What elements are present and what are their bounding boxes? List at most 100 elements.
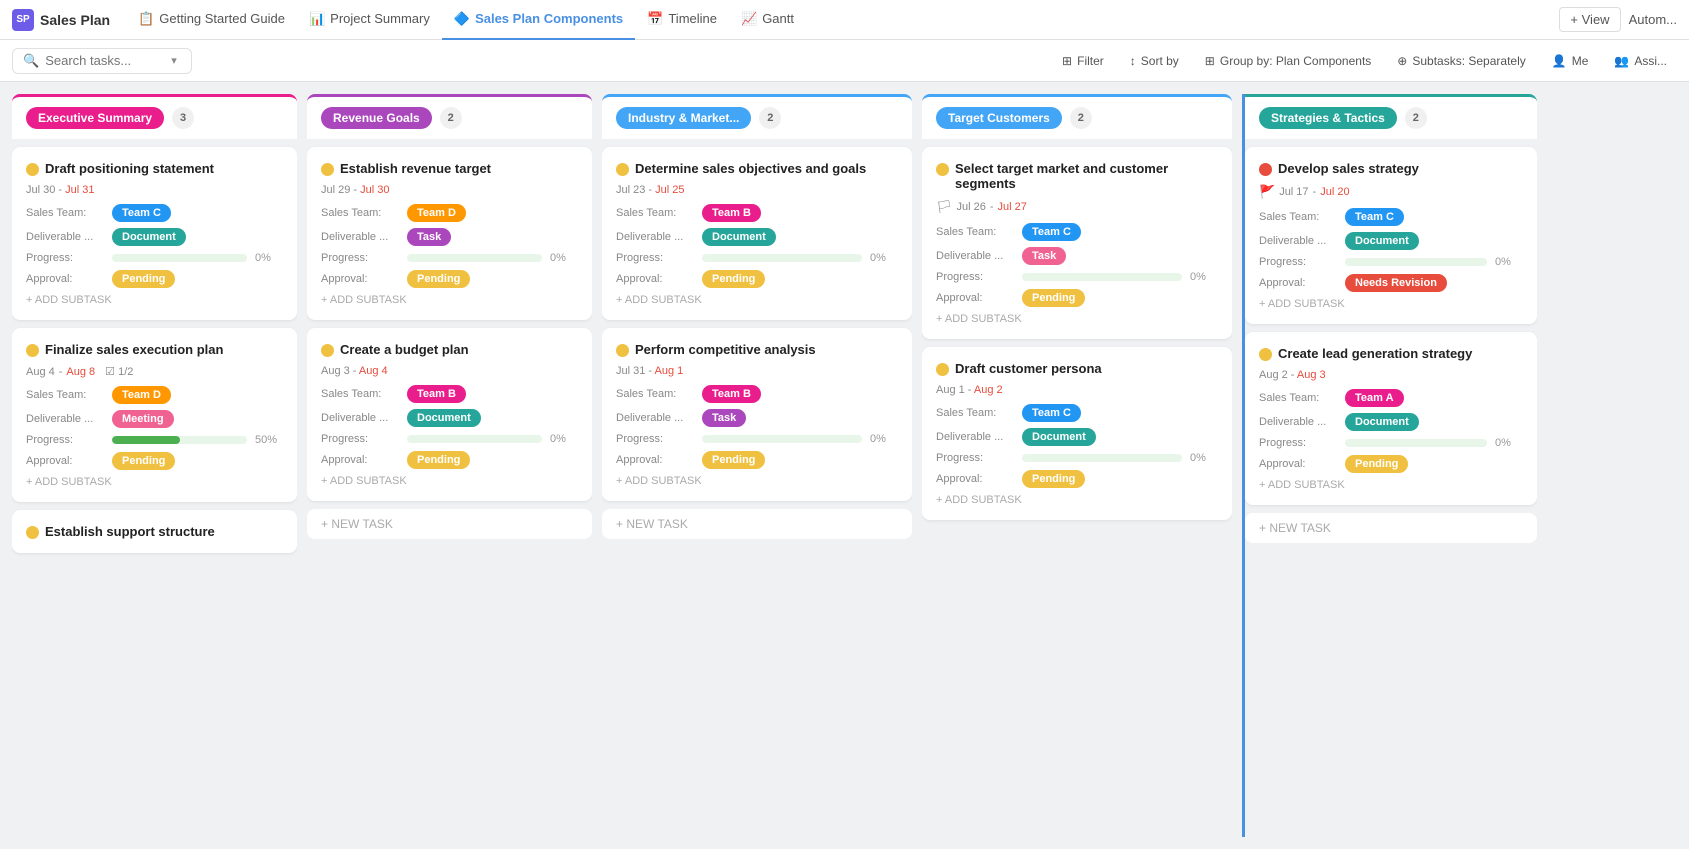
card-develop-strategy: Develop sales strategy 🚩 Jul 17 - Jul 20… bbox=[1245, 147, 1537, 324]
card-title-text[interactable]: Establish support structure bbox=[45, 524, 215, 539]
team-badge[interactable]: Team D bbox=[407, 204, 466, 222]
column-count-executive-summary: 3 bbox=[172, 107, 194, 129]
sort-icon: ↕ bbox=[1130, 54, 1136, 68]
card-establish-support: Establish support structure bbox=[12, 510, 297, 553]
card-title-text[interactable]: Select target market and customer segmen… bbox=[955, 161, 1218, 191]
subtasks-button[interactable]: ⊕ Subtasks: Separately bbox=[1387, 50, 1535, 72]
card-team-row: Sales Team: Team B bbox=[321, 385, 578, 403]
add-subtask-btn[interactable]: + ADD SUBTASK bbox=[616, 475, 898, 487]
new-task-strategies[interactable]: + NEW TASK bbox=[1245, 513, 1537, 543]
card-progress-row: Progress: 0% bbox=[936, 271, 1218, 283]
tab-project-summary[interactable]: 📊 Project Summary bbox=[297, 0, 442, 40]
column-count-target: 2 bbox=[1070, 107, 1092, 129]
search-box[interactable]: 🔍 ▾ bbox=[12, 48, 192, 74]
card-team-row: Sales Team: Team C bbox=[936, 223, 1218, 241]
add-subtask-btn[interactable]: + ADD SUBTASK bbox=[321, 475, 578, 487]
team-badge[interactable]: Team B bbox=[702, 204, 761, 222]
team-badge[interactable]: Team D bbox=[112, 386, 171, 404]
sort-button[interactable]: ↕ Sort by bbox=[1120, 50, 1189, 72]
card-title: Establish support structure bbox=[26, 524, 283, 539]
add-subtask-btn[interactable]: + ADD SUBTASK bbox=[26, 294, 283, 306]
card-dot-icon bbox=[1259, 163, 1272, 176]
tab-timeline-icon: 📅 bbox=[647, 11, 663, 27]
card-title-text[interactable]: Draft positioning statement bbox=[45, 161, 214, 176]
approval-label: Approval: bbox=[26, 455, 104, 467]
progress-pct: 0% bbox=[550, 433, 578, 445]
autom-button[interactable]: Autom... bbox=[1629, 12, 1677, 27]
card-team-row: Sales Team: Team C bbox=[936, 404, 1218, 422]
column-count-revenue-goals: 2 bbox=[440, 107, 462, 129]
column-title-badge-revenue-goals: Revenue Goals bbox=[321, 107, 432, 129]
column-body-strategies: Develop sales strategy 🚩 Jul 17 - Jul 20… bbox=[1245, 141, 1537, 837]
team-badge[interactable]: Team C bbox=[112, 204, 171, 222]
add-subtask-btn[interactable]: + ADD SUBTASK bbox=[936, 313, 1218, 325]
deliverable-label: Deliverable ... bbox=[26, 413, 104, 425]
card-title-text[interactable]: Develop sales strategy bbox=[1278, 161, 1419, 176]
add-subtask-btn[interactable]: + ADD SUBTASK bbox=[26, 476, 283, 488]
card-deliverable-row: Deliverable ... Document bbox=[1259, 232, 1523, 250]
column-header-target-customers: Target Customers 2 bbox=[922, 94, 1232, 139]
deliverable-label: Deliverable ... bbox=[1259, 416, 1337, 428]
card-title-text[interactable]: Finalize sales execution plan bbox=[45, 342, 223, 357]
tab-sales-plan-components[interactable]: 🔷 Sales Plan Components bbox=[442, 0, 635, 40]
assignee-button[interactable]: 👥 Assi... bbox=[1604, 50, 1677, 72]
tab-sales-plan-icon: 🔷 bbox=[454, 11, 470, 27]
team-badge[interactable]: Team B bbox=[407, 385, 466, 403]
tab-getting-started[interactable]: 📋 Getting Started Guide bbox=[126, 0, 297, 40]
column-target-customers: Target Customers 2 Select target market … bbox=[922, 94, 1232, 837]
group-by-button[interactable]: ⊞ Group by: Plan Components bbox=[1195, 50, 1381, 72]
date-end: Jul 31 bbox=[65, 184, 94, 196]
tab-project-summary-icon: 📊 bbox=[309, 11, 325, 27]
add-subtask-btn[interactable]: + ADD SUBTASK bbox=[936, 494, 1218, 506]
add-view-button[interactable]: + View bbox=[1559, 7, 1620, 32]
card-draft-customer-persona: Draft customer persona Aug 1 - Aug 2 Sal… bbox=[922, 347, 1232, 520]
column-header-strategies: Strategies & Tactics 2 bbox=[1245, 94, 1537, 139]
card-progress-row: Progress: 0% bbox=[1259, 256, 1523, 268]
filter-button[interactable]: ⊞ Filter bbox=[1052, 50, 1114, 72]
add-subtask-btn[interactable]: + ADD SUBTASK bbox=[1259, 479, 1523, 491]
team-badge[interactable]: Team A bbox=[1345, 389, 1404, 407]
search-input[interactable] bbox=[45, 53, 165, 68]
subtasks-label: Subtasks: Separately bbox=[1412, 54, 1525, 68]
add-subtask-btn[interactable]: + ADD SUBTASK bbox=[616, 294, 898, 306]
deliverable-label: Deliverable ... bbox=[321, 412, 399, 424]
card-dates: Jul 31 - Aug 1 bbox=[616, 365, 898, 377]
team-label: Sales Team: bbox=[26, 389, 104, 401]
card-title-text[interactable]: Establish revenue target bbox=[340, 161, 491, 176]
team-label: Sales Team: bbox=[321, 207, 399, 219]
date-start: Jul 30 bbox=[26, 184, 55, 196]
add-subtask-btn[interactable]: + ADD SUBTASK bbox=[321, 294, 578, 306]
progress-label: Progress: bbox=[26, 434, 104, 446]
team-badge[interactable]: Team C bbox=[1345, 208, 1404, 226]
card-title-text[interactable]: Create lead generation strategy bbox=[1278, 346, 1472, 361]
me-button[interactable]: 👤 Me bbox=[1542, 50, 1599, 72]
app-logo: SP Sales Plan bbox=[12, 9, 110, 31]
card-progress-row: Progress: 0% bbox=[616, 433, 898, 445]
tab-gantt[interactable]: 📈 Gantt bbox=[729, 0, 806, 40]
card-title-text[interactable]: Create a budget plan bbox=[340, 342, 469, 357]
card-finalize-sales: Finalize sales execution plan Aug 4 - Au… bbox=[12, 328, 297, 502]
add-subtask-btn[interactable]: + ADD SUBTASK bbox=[1259, 298, 1523, 310]
card-title-text[interactable]: Determine sales objectives and goals bbox=[635, 161, 866, 176]
team-badge[interactable]: Team C bbox=[1022, 223, 1081, 241]
new-task-revenue[interactable]: + NEW TASK bbox=[307, 509, 592, 539]
column-title-badge-industry: Industry & Market... bbox=[616, 107, 751, 129]
deliverable-label: Deliverable ... bbox=[321, 231, 399, 243]
new-task-industry[interactable]: + NEW TASK bbox=[602, 509, 912, 539]
team-badge[interactable]: Team C bbox=[1022, 404, 1081, 422]
progress-pct: 0% bbox=[1190, 271, 1218, 283]
progress-pct: 0% bbox=[255, 252, 283, 264]
card-deliverable-row: Deliverable ... Document bbox=[1259, 413, 1523, 431]
deliverable-label: Deliverable ... bbox=[26, 231, 104, 243]
card-title-text[interactable]: Draft customer persona bbox=[955, 361, 1102, 376]
card-title-text[interactable]: Perform competitive analysis bbox=[635, 342, 816, 357]
team-badge[interactable]: Team B bbox=[702, 385, 761, 403]
card-draft-positioning: Draft positioning statement Jul 30 - Jul… bbox=[12, 147, 297, 320]
card-deliverable-row: Deliverable ... Task bbox=[321, 228, 578, 246]
card-dates: Jul 29 - Jul 30 bbox=[321, 184, 578, 196]
approval-badge-needs-revision: Needs Revision bbox=[1345, 274, 1447, 292]
tab-timeline[interactable]: 📅 Timeline bbox=[635, 0, 729, 40]
approval-badge: Pending bbox=[112, 452, 175, 470]
approval-badge: Pending bbox=[1022, 289, 1085, 307]
progress-label: Progress: bbox=[936, 271, 1014, 283]
